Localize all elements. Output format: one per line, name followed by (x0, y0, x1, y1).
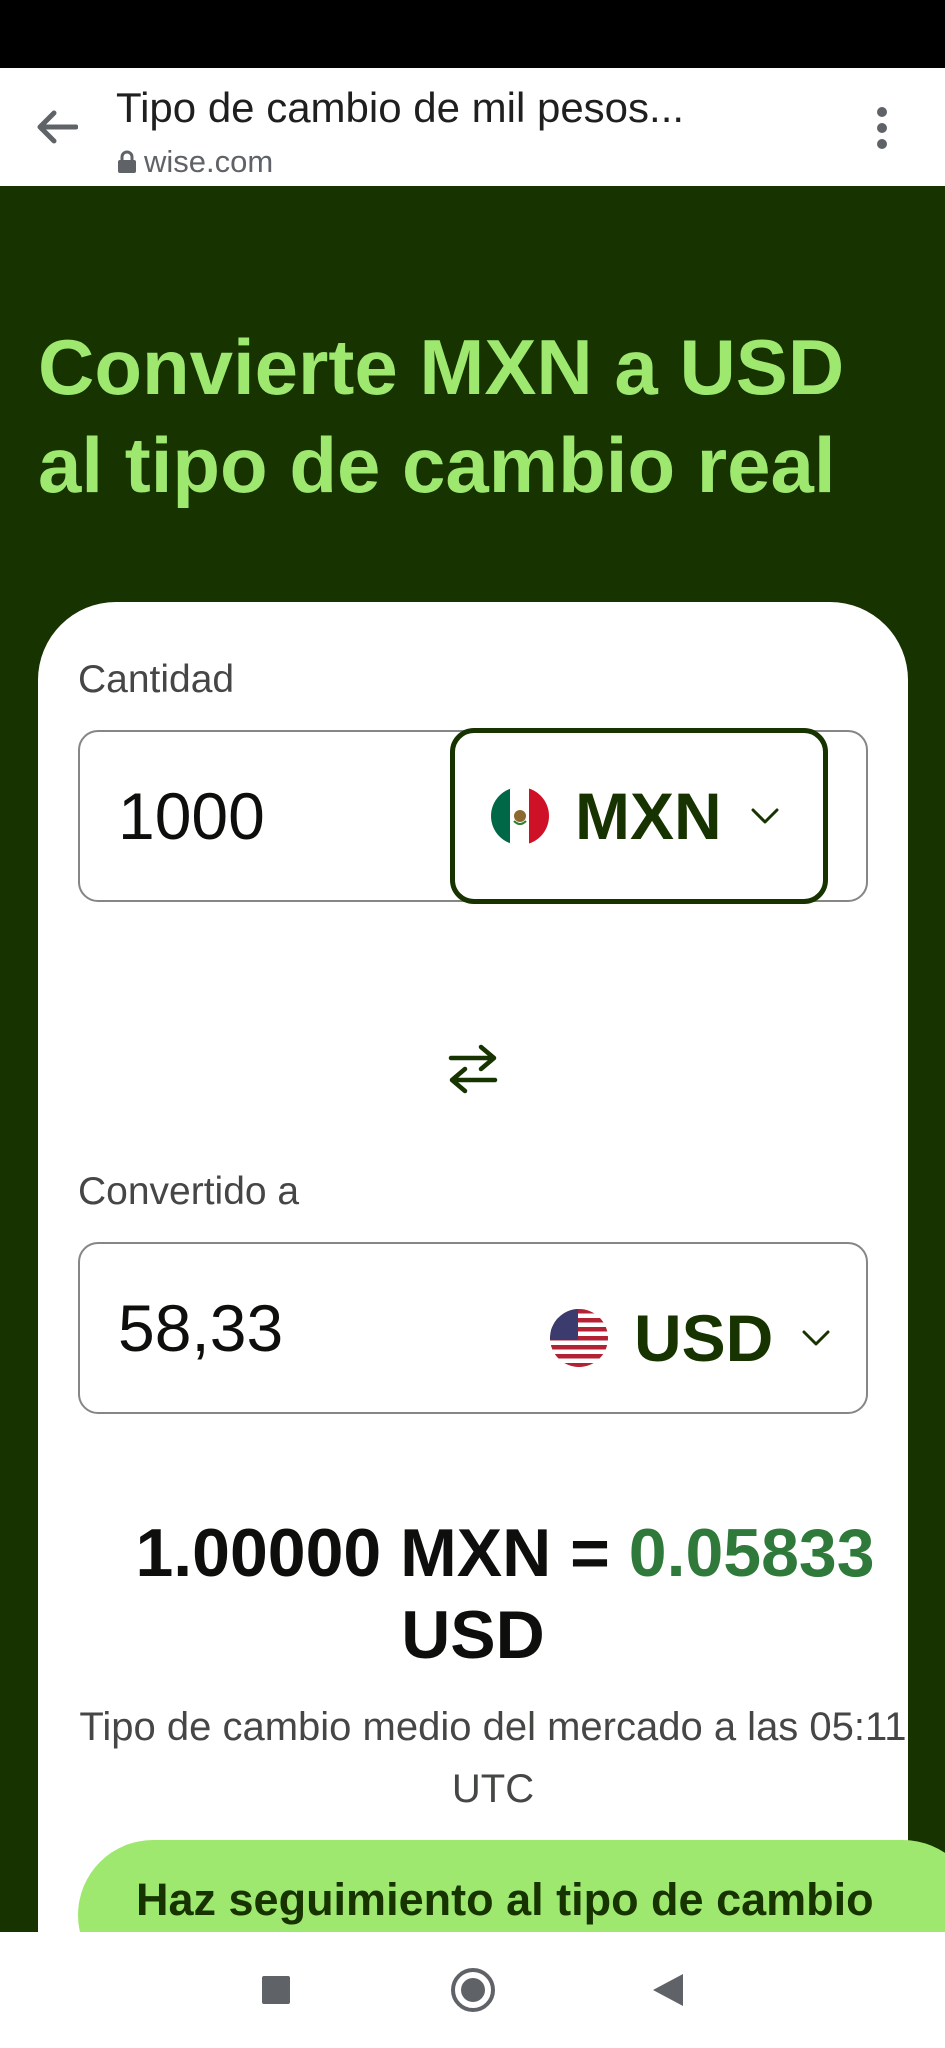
source-currency-code: MXN (575, 779, 722, 853)
chevron-down-icon (799, 1321, 833, 1355)
swap-arrows-icon (448, 1044, 498, 1094)
triangle-back-icon (653, 1974, 683, 2006)
url-row[interactable]: wise.com (116, 144, 273, 180)
more-vertical-icon (877, 107, 887, 149)
lock-icon (116, 149, 138, 175)
amount-label: Cantidad (78, 658, 235, 701)
amount-value[interactable]: 1000 (118, 778, 265, 854)
overflow-menu-button[interactable] (860, 98, 904, 158)
rate-lhs: 1.00000 MXN = (135, 1515, 610, 1591)
rate-note: Tipo de cambio medio del mercado a las 0… (79, 1705, 907, 1811)
url-text: wise.com (144, 144, 274, 179)
usa-flag-icon (550, 1309, 608, 1367)
converter-card: Cantidad 1000 MXN Convertido a 58,33 USD… (38, 602, 908, 2002)
target-currency-code: USD (634, 1301, 774, 1375)
target-currency-select[interactable]: USD (550, 1300, 833, 1376)
exchange-rate: 1.00000 MXN = 0.05833 USD (38, 1512, 908, 1676)
home-button[interactable] (445, 1962, 501, 2018)
converted-amount-input[interactable]: 58,33 USD (78, 1242, 868, 1414)
chevron-down-icon (748, 799, 782, 833)
page-title[interactable]: Tipo de cambio de mil pesos... (116, 84, 684, 132)
circle-icon (451, 1968, 495, 2012)
recents-button[interactable] (248, 1962, 304, 2018)
converted-label: Convertido a (78, 1170, 300, 1213)
rate-unit: USD (401, 1597, 545, 1673)
swap-currencies-button[interactable] (438, 1034, 508, 1104)
track-rate-label: Haz seguimiento al tipo de cambio (136, 1874, 874, 1925)
back-button[interactable] (28, 98, 86, 156)
converted-value[interactable]: 58,33 (118, 1290, 283, 1366)
browser-toolbar: Tipo de cambio de mil pesos... wise.com (0, 68, 945, 186)
arrow-left-icon (37, 110, 78, 144)
mexico-flag-icon (491, 787, 549, 845)
hero-title: Convierte MXN a USD al tipo de cambio re… (38, 323, 845, 509)
status-bar (0, 0, 945, 68)
source-currency-select[interactable]: MXN (450, 728, 828, 904)
system-nav-bar (0, 1932, 945, 2048)
rate-value: 0.05833 (628, 1515, 875, 1591)
square-icon (262, 1976, 290, 2004)
system-back-button[interactable] (640, 1962, 696, 2018)
